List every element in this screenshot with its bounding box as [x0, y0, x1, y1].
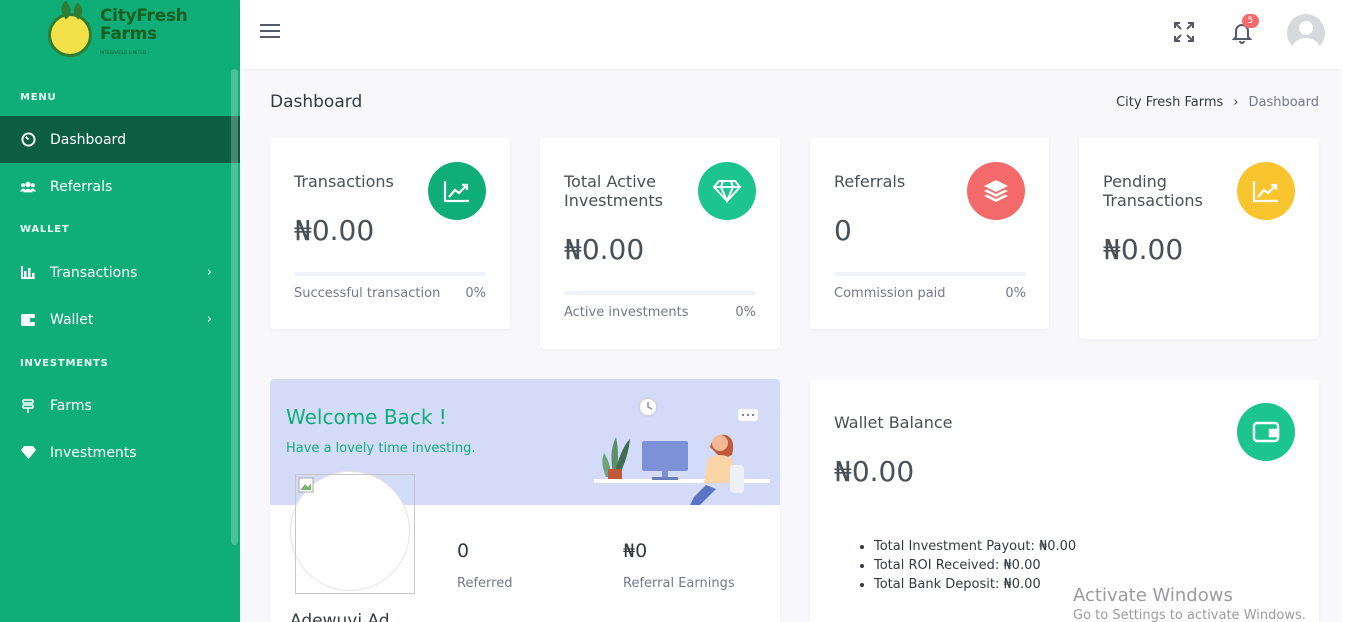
profile-image-placeholder[interactable] [295, 474, 415, 594]
diamond-icon [20, 445, 36, 461]
sidebar: CityFresh Farms INTEGRATED LIMITED MENU D… [0, 0, 240, 622]
stat-progress [834, 272, 1026, 276]
sidebar-item-label: Investments [50, 444, 137, 461]
referred-value: 0 [457, 540, 470, 562]
logo-icon [48, 12, 92, 57]
sidebar-item-investments[interactable]: Investments [0, 429, 240, 476]
section-title-investments: INVESTMENTS [20, 358, 109, 369]
chevron-right-icon: › [1233, 95, 1239, 110]
welcome-card: Welcome Back ! Have a lovely time invest… [270, 379, 780, 622]
bar-chart-icon [20, 265, 36, 281]
welcome-title: Welcome Back ! [286, 405, 447, 429]
workspace-illustration [594, 397, 770, 505]
notification-badge: 5 [1242, 14, 1259, 28]
stat-foot-label: Successful transaction [294, 286, 441, 301]
users-icon [20, 179, 36, 195]
stat-foot-label: Active investments [564, 305, 689, 320]
menu-toggle-icon[interactable] [260, 24, 280, 42]
stat-foot-percent: 0% [1005, 286, 1026, 301]
stat-value: ₦0.00 [294, 214, 375, 247]
stat-progress [294, 272, 486, 276]
wallet-icon [1237, 403, 1295, 461]
sidebar-item-label: Transactions [50, 264, 138, 281]
page-title: Dashboard [270, 92, 363, 112]
activate-windows-watermark: Activate Windows Go to Settings to activ… [1073, 585, 1306, 622]
stat-value: ₦0.00 [1103, 233, 1184, 266]
referred-label: Referred [457, 576, 513, 591]
stat-value: 0 [834, 214, 852, 247]
brand-logo[interactable]: CityFresh Farms INTEGRATED LIMITED [0, 0, 240, 69]
welcome-subtitle: Have a lovely time investing. [286, 441, 476, 456]
sidebar-item-label: Referrals [50, 178, 113, 195]
brand-name: CityFresh Farms [100, 6, 188, 44]
stat-title: Pending Transactions [1103, 172, 1203, 210]
stat-card-active-investments: Total Active Investments ₦0.00 Active in… [540, 138, 780, 349]
referral-earnings-value: ₦0 [623, 540, 648, 562]
stat-footer: Successful transaction 0% [294, 286, 486, 301]
section-title-wallet: WALLET [20, 224, 70, 235]
list-item: Total ROI Received: ₦0.00 [874, 556, 1076, 575]
chevron-right-icon: › [206, 265, 212, 280]
notification-bell-icon[interactable]: 5 [1231, 14, 1259, 48]
section-title-menu: MENU [20, 92, 57, 103]
fullscreen-icon[interactable] [1174, 22, 1194, 46]
stat-progress [564, 291, 756, 295]
breadcrumb-item[interactable]: City Fresh Farms [1116, 95, 1223, 110]
breadcrumb: City Fresh Farms › Dashboard [1116, 95, 1319, 110]
sidebar-item-wallet[interactable]: Wallet › [0, 296, 240, 343]
layers-icon [967, 162, 1025, 220]
stat-foot-percent: 0% [735, 305, 756, 320]
farm-icon [20, 398, 36, 414]
stat-title: Total Active Investments [564, 172, 663, 210]
wallet-balance: ₦0.00 [834, 455, 915, 488]
stat-foot-label: Commission paid [834, 286, 946, 301]
stat-footer: Active investments 0% [564, 305, 756, 320]
wallet-summary-list: Total Investment Payout: ₦0.00 Total ROI… [874, 537, 1076, 594]
sidebar-item-referrals[interactable]: Referrals [0, 163, 240, 210]
user-avatar[interactable] [1287, 14, 1325, 52]
referral-earnings-label: Referral Earnings [623, 576, 735, 591]
page-gutter [1342, 0, 1366, 622]
trend-up-icon [428, 162, 486, 220]
brand-tagline: INTEGRATED LIMITED [100, 50, 147, 55]
sidebar-item-label: Farms [50, 397, 92, 414]
diamond-icon [698, 162, 756, 220]
sidebar-item-dashboard[interactable]: Dashboard [0, 116, 240, 163]
dashboard-icon [20, 132, 36, 148]
wallet-title: Wallet Balance [834, 413, 953, 432]
chevron-right-icon: › [206, 312, 212, 327]
stat-title: Referrals [834, 172, 906, 191]
stat-card-pending-transactions: Pending Transactions ₦0.00 [1079, 138, 1319, 339]
breadcrumb-item-active: Dashboard [1248, 95, 1319, 110]
list-item: Total Investment Payout: ₦0.00 [874, 537, 1076, 556]
sidebar-item-transactions[interactable]: Transactions › [0, 249, 240, 296]
user-name: Adewuyi Ad [290, 611, 390, 622]
sidebar-item-label: Wallet [50, 311, 94, 328]
stat-card-transactions: Transactions ₦0.00 Successful transactio… [270, 138, 510, 329]
sidebar-item-farms[interactable]: Farms [0, 382, 240, 429]
list-item: Total Bank Deposit: ₦0.00 [874, 575, 1076, 594]
stat-foot-percent: 0% [465, 286, 486, 301]
topbar: 5 [240, 0, 1342, 69]
stat-title: Transactions [294, 172, 394, 191]
stat-value: ₦0.00 [564, 233, 645, 266]
trend-up-icon [1237, 162, 1295, 220]
stat-card-referrals: Referrals 0 Commission paid 0% [810, 138, 1049, 329]
sidebar-scrollbar[interactable] [231, 69, 238, 545]
wallet-icon [20, 312, 36, 328]
stat-footer: Commission paid 0% [834, 286, 1026, 301]
sidebar-item-label: Dashboard [50, 131, 126, 148]
